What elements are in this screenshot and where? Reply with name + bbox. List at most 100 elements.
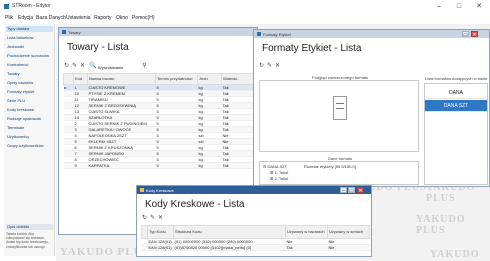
table-cell: 9 xyxy=(73,162,88,169)
sidebar-item-terminale[interactable]: Terminale xyxy=(6,125,53,131)
refresh-icon[interactable]: ↻ xyxy=(63,63,70,70)
kody-window-title: Kody Kreskowe xyxy=(146,187,174,193)
row-marker-header xyxy=(63,73,74,85)
table-cell: EAN 128(01) xyxy=(147,238,174,245)
etykiety-window-titlebar: Formaty Etykiet ▭ ✕ xyxy=(254,30,489,38)
tree-node-label[interactable]: 2: Tekst xyxy=(274,176,288,181)
column-header[interactable]: Używany w seriach xyxy=(327,225,370,239)
sidebar: Typy dostaw Lista ładunków Jednostki Poc… xyxy=(4,24,55,256)
edit-icon[interactable]: ✎ xyxy=(149,215,156,222)
label-preview-thumbnail xyxy=(333,96,347,120)
sidebar-item-formaty-etykiet[interactable]: Formaty etykiet xyxy=(6,89,53,95)
refresh-icon[interactable]: ↻ xyxy=(141,215,148,222)
close-button[interactable]: ✕ xyxy=(357,187,364,194)
towary-panel-title: Towary - Lista xyxy=(67,42,129,53)
tree-node-root: ⊟ DANA SZT xyxy=(263,164,288,169)
delete-icon[interactable]: ✕ xyxy=(79,63,86,70)
column-header[interactable]: Jedn xyxy=(197,73,222,85)
etykiety-window-title: Formaty Etykiet xyxy=(263,31,291,37)
kody-table: Typ Kodu Struktura Kodu Używany w towara… xyxy=(141,225,370,251)
table-cell: Tak xyxy=(285,244,328,251)
restore-button[interactable]: ▭ xyxy=(348,187,355,194)
menu-okno[interactable]: Okno xyxy=(116,15,128,21)
menu-bar: Plik Edycja Baza Danych Ustawienia Rapor… xyxy=(0,13,490,23)
table-cell: 5 xyxy=(155,162,198,169)
tree-node-size: Rozmiar etykiety [55.5/150.0] xyxy=(304,164,356,169)
sidebar-item-rodzaje-opakowan[interactable]: Rodzaje opakowań xyxy=(6,116,53,122)
table-row[interactable]: EAN 128(01) (01)8700820 00000 (3102)[masa… xyxy=(141,244,370,251)
object-description-text: Tabela kodów. Aby zdecydować się wskazać… xyxy=(6,232,49,249)
delete-icon[interactable]: ✕ xyxy=(157,215,164,222)
list-item[interactable]: DANA xyxy=(425,87,487,99)
table-cell: (01)8700820 00000 (3102)[masa_netto] (3) xyxy=(173,244,286,251)
etykiety-panel-title: Formaty Etykiet - Lista xyxy=(262,43,362,54)
menu-raporty[interactable]: Raporty xyxy=(94,15,112,21)
format-list: DANA DANA SZT xyxy=(424,83,488,185)
table-header-row: Typ Kodu Struktura Kodu Używany w towara… xyxy=(141,225,370,239)
minimize-button[interactable]: – xyxy=(340,187,347,194)
sidebar-item-typy-dostaw[interactable]: Typy dostaw xyxy=(6,26,53,32)
close-button[interactable]: ✕ xyxy=(472,2,486,11)
kody-window-titlebar: Kody Kreskowe – ▭ ✕ xyxy=(137,186,371,194)
kody-panel-title: Kody Kreskowe - Lista xyxy=(145,199,245,210)
window-icon xyxy=(140,188,144,192)
kody-window: Kody Kreskowe – ▭ ✕ Kody Kreskowe - List… xyxy=(136,185,372,257)
list-item[interactable]: DANA SZT xyxy=(425,100,487,112)
towary-window-titlebar: Towary xyxy=(59,28,257,36)
sidebar-item-uzytkownicy[interactable]: Użytkownicy xyxy=(6,134,53,140)
table-cell: Tak xyxy=(221,162,256,169)
binoculars-icon[interactable]: ⚲ xyxy=(141,63,148,70)
table-header-row: Kod Nazwa towaru Termin przydatności Jed… xyxy=(63,73,256,85)
tree-node-2: ⊞ 2: Tekst xyxy=(270,176,289,181)
search-icon: 🔍 xyxy=(89,63,97,69)
menu-ustawienia[interactable]: Ustawienia xyxy=(66,15,90,21)
sidebar-item-serie-plu[interactable]: Serie PLU xyxy=(6,98,53,104)
menu-plik[interactable]: Plik xyxy=(5,15,13,21)
sidebar-item-kontrahenci[interactable]: Kontrahenci xyxy=(6,62,53,68)
sidebar-item-kody-kreskowe[interactable]: Kody kreskowe xyxy=(6,107,53,113)
towary-table: Kod Nazwa towaru Termin przydatności Jed… xyxy=(63,73,256,169)
edit-icon[interactable]: ✎ xyxy=(266,63,273,70)
column-header[interactable]: Używany w towarach xyxy=(285,225,328,239)
towary-window-title: Towary xyxy=(68,29,81,35)
refresh-icon[interactable]: ↻ xyxy=(258,63,265,70)
column-header[interactable]: Termin przydatności xyxy=(155,73,198,85)
column-header[interactable]: Struktura Kodu xyxy=(173,225,286,239)
column-header[interactable]: Kod xyxy=(73,73,88,85)
sidebar-item-grupy-uzytkownikow[interactable]: Grupy użytkowników xyxy=(6,143,53,149)
restore-button[interactable]: ▭ xyxy=(462,31,469,38)
menu-pomoc[interactable]: Pomoc(H) xyxy=(132,15,155,21)
object-description-title: Opis obiektu xyxy=(6,224,53,230)
table-cell: KARPATKA xyxy=(87,162,156,169)
sidebar-item-pochodzenie[interactable]: Pochodzenie surowców xyxy=(6,53,53,59)
maximize-button[interactable]: □ xyxy=(452,2,466,11)
column-header[interactable]: Nazwa towaru xyxy=(87,73,156,85)
column-header[interactable]: Typ Kodu xyxy=(147,225,174,239)
minimize-button[interactable]: – xyxy=(432,2,446,11)
sidebar-item-lista-ladunkow[interactable]: Lista ładunków xyxy=(6,35,53,41)
sidebar-item-towary[interactable]: Towary xyxy=(6,71,53,77)
watermark: YAKUDO PLUS xyxy=(416,214,466,236)
column-header[interactable]: Wartość xyxy=(221,73,256,85)
row-marker xyxy=(63,162,74,169)
edit-icon[interactable]: ✎ xyxy=(71,63,78,70)
table-cell: Nie xyxy=(327,244,370,251)
delete-icon[interactable]: ✕ xyxy=(274,63,281,70)
app-logo-icon xyxy=(4,4,9,9)
table-cell: EAN 128(01) xyxy=(147,244,174,251)
table-row[interactable]: 9 KARPATKA 5 kg Tak xyxy=(63,162,256,169)
app-title: STRoom - Edytor xyxy=(12,3,51,9)
sidebar-item-opisy-towarow[interactable]: Opisy towarów xyxy=(6,80,53,86)
object-description-panel: Opis obiektu Tabela kodów. Aby zdecydowa… xyxy=(6,224,53,254)
window-icon xyxy=(257,32,261,36)
tree-node-label[interactable]: DANA SZT xyxy=(267,164,287,169)
window-icon xyxy=(62,30,66,34)
close-button[interactable]: ✕ xyxy=(471,31,478,38)
tree-node-label[interactable]: 1: Tekst xyxy=(274,170,288,175)
watermark: YAKUDO PLUS xyxy=(430,249,480,261)
sidebar-item-jednostki[interactable]: Jednostki xyxy=(6,44,53,50)
menu-edycja[interactable]: Edycja xyxy=(18,15,33,21)
format-list-label: Lista formatów dostępnych w bazie xyxy=(425,76,488,81)
search-label: Wyszukiwanie xyxy=(98,65,124,70)
menu-baza-danych[interactable]: Baza Danych xyxy=(36,15,66,21)
